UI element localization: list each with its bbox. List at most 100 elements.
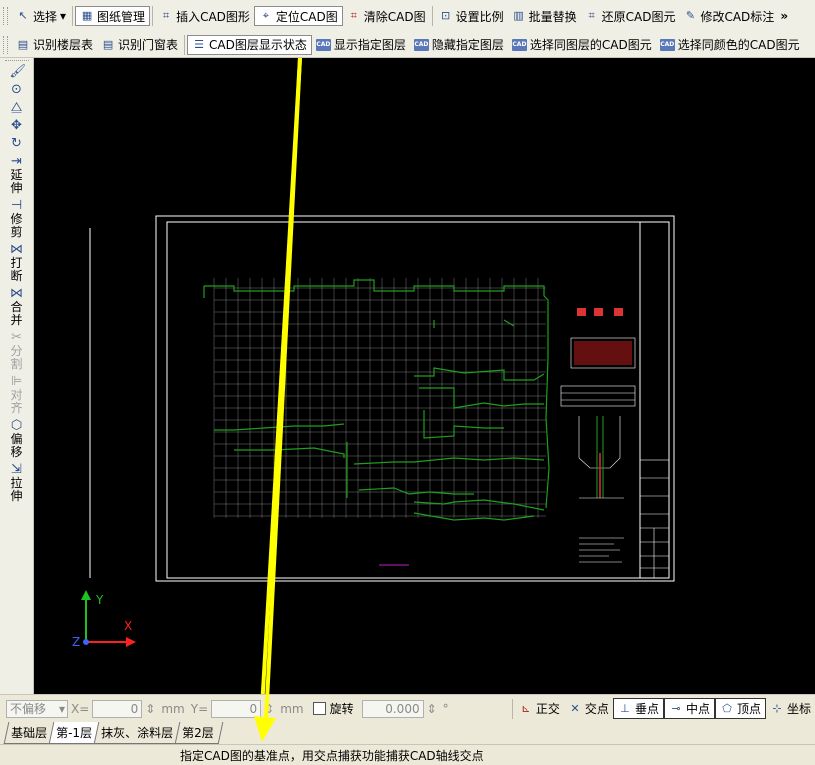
cad-layer-display-button[interactable]: ☰ CAD图层显示状态 xyxy=(187,34,312,55)
coordinate-label: 坐标 xyxy=(786,702,811,716)
clear-cad-button[interactable]: ⌗ 清除CAD图 xyxy=(343,6,430,26)
rotate-input[interactable]: 0.000 xyxy=(361,699,424,718)
status-message: 指定CAD图的基准点，用交点捕获功能捕获CAD轴线交点 xyxy=(180,748,484,763)
toolbar-separator xyxy=(184,34,186,55)
stretch-label-2: 伸 xyxy=(10,489,23,503)
offset-mode-value: 不偏移 xyxy=(10,702,47,716)
axis-x-label: X xyxy=(124,619,132,633)
identify-door-window-button[interactable]: ▤ 识别门窗表 xyxy=(97,35,182,55)
batch-replace-button[interactable]: ▥ 批量替换 xyxy=(508,6,581,26)
y-spinner-icon[interactable]: ⇕ xyxy=(264,702,274,716)
vertex-icon: ⬠ xyxy=(722,701,732,715)
set-scale-button[interactable]: ⊡ 设置比例 xyxy=(435,6,508,26)
clear-cad-icon: ⌗ xyxy=(350,9,357,22)
vertex-snap-button[interactable]: ⬠ 顶点 xyxy=(714,698,766,719)
batch-replace-label: 批量替换 xyxy=(528,9,577,24)
drawing-manage-label: 图纸管理 xyxy=(97,9,146,24)
restore-cad-icon: ⌗ xyxy=(588,9,595,22)
insert-cad-icon: ⌗ xyxy=(162,9,170,22)
cad-badge-icon: CAD xyxy=(659,38,675,51)
extend-tool[interactable]: ⇥ 延伸 xyxy=(0,153,33,197)
cad-drawing-canvas[interactable]: Y X Z xyxy=(34,58,815,694)
cad-layer-toolbar: ▤ 识别楼层表 ▤ 识别门窗表 ☰ CAD图层显示状态 CAD 显示指定图层 C… xyxy=(0,32,815,58)
offset-label-2: 移 xyxy=(10,445,23,459)
ortho-snap-button[interactable]: ⊾ 正交 xyxy=(515,698,564,719)
rotate-label: 旋转 xyxy=(329,702,354,716)
stretch-tool[interactable]: ⇲ 拉伸 xyxy=(0,461,33,505)
show-layer-button[interactable]: CAD 显示指定图层 xyxy=(312,35,410,55)
select-same-layer-button[interactable]: CAD 选择同图层的CAD图元 xyxy=(508,35,656,55)
tab-plaster-paint-layer[interactable]: 抹灰、涂料层 xyxy=(93,722,183,744)
drawing-manage-icon: ▦ xyxy=(81,9,93,22)
identify-floor-table-button[interactable]: ▤ 识别楼层表 xyxy=(12,35,97,55)
split-tool[interactable]: ✂ 分割 xyxy=(0,329,33,373)
move-tool[interactable]: ✥ xyxy=(0,117,33,135)
drawing-notes xyxy=(379,537,624,566)
cad-badge-icon: CAD xyxy=(511,38,527,51)
merge-label-2: 并 xyxy=(10,313,23,327)
drawing-manage-button[interactable]: ▦ 图纸管理 xyxy=(75,6,151,26)
merge-tool[interactable]: ⋈ 合并 xyxy=(0,285,33,329)
dropdown-arrow-icon[interactable]: ▾ xyxy=(60,9,66,23)
set-scale-label: 设置比例 xyxy=(455,9,504,24)
insert-cad-button[interactable]: ⌗ 插入CAD图形 xyxy=(155,6,254,26)
layer-display-icon: ☰ xyxy=(194,37,204,51)
perpendicular-snap-button[interactable]: ⊥ 垂点 xyxy=(612,698,664,719)
toolbar-separator xyxy=(431,6,433,26)
rotate-spinner-icon[interactable]: ⇕ xyxy=(427,702,437,716)
break-icon: ⋈ xyxy=(10,242,23,257)
y-input[interactable]: 0 xyxy=(211,699,262,718)
align-tool[interactable]: ⊫ 对齐 xyxy=(0,373,33,417)
perpendicular-icon: ⊥ xyxy=(620,701,630,715)
select-label: 选择 xyxy=(33,9,58,24)
break-tool[interactable]: ⋈ 打断 xyxy=(0,241,33,285)
left-edit-toolbar: 🖌 ⊙ ⧋ ✥ ↻ ⇥ 延伸 ⊣ 修剪 ⋈ 打断 ⋈ 合并 ✂ 分割 ⊫ 对齐 … xyxy=(0,58,34,694)
mirror-tool[interactable]: ⧋ xyxy=(0,99,33,117)
select-button[interactable]: ↖ 选择 ▾ xyxy=(12,6,70,26)
coordinate-snap-button[interactable]: ⊹ 坐标 xyxy=(766,698,815,719)
pointer-icon: ↖ xyxy=(18,9,28,22)
vertex-label: 顶点 xyxy=(736,702,761,716)
copy-tool[interactable]: ⊙ xyxy=(0,81,33,99)
hide-layer-button[interactable]: CAD 隐藏指定图层 xyxy=(410,35,508,55)
midpoint-label: 中点 xyxy=(685,702,710,716)
trim-tool[interactable]: ⊣ 修剪 xyxy=(0,197,33,241)
locate-cad-icon: ⌖ xyxy=(262,9,269,22)
x-spinner-icon[interactable]: ⇕ xyxy=(145,702,155,716)
locate-cad-button[interactable]: ⌖ 定位CAD图 xyxy=(253,6,343,26)
title-block xyxy=(639,459,670,579)
offset-mode-select[interactable]: 不偏移 ▾ xyxy=(6,699,68,718)
x-label: X= xyxy=(71,701,90,716)
split-label-2: 割 xyxy=(10,357,23,371)
midpoint-snap-button[interactable]: ⊸ 中点 xyxy=(663,698,715,719)
ortho-icon: ⊾ xyxy=(521,701,531,715)
restore-cad-button[interactable]: ⌗ 还原CAD图元 xyxy=(581,6,680,26)
cad-drawing-svg: Y X Z xyxy=(72,58,675,694)
offset-tool[interactable]: ⬡ 偏移 xyxy=(0,417,33,461)
rotate-checkbox[interactable] xyxy=(312,702,326,715)
axis-y-label: Y xyxy=(95,593,104,607)
axis-z-label: Z xyxy=(72,635,80,649)
set-scale-icon: ⊡ xyxy=(440,9,451,22)
select-same-color-label: 选择同颜色的CAD图元 xyxy=(677,38,800,52)
toolbar-grip[interactable] xyxy=(3,35,8,54)
x-unit-label: mm xyxy=(161,701,185,716)
degree-label: ° xyxy=(442,701,449,716)
intersection-snap-button[interactable]: ✕ 交点 xyxy=(564,698,613,719)
tab-label: 抹灰、涂料层 xyxy=(101,726,174,740)
status-bar: 指定CAD图的基准点，用交点捕获功能捕获CAD轴线交点 xyxy=(0,744,815,765)
toolbar-grip[interactable] xyxy=(3,7,8,25)
rotate-tool[interactable]: ↻ xyxy=(0,135,33,153)
trim-icon: ⊣ xyxy=(10,198,23,213)
tab-floor-2[interactable]: 第2层 xyxy=(174,722,223,744)
restore-cad-label: 还原CAD图元 xyxy=(601,9,676,24)
x-input[interactable]: 0 xyxy=(92,699,143,718)
brush-tool[interactable]: 🖌 xyxy=(0,63,33,81)
select-same-color-button[interactable]: CAD 选择同颜色的CAD图元 xyxy=(656,35,804,55)
merge-icon: ⋈ xyxy=(10,286,23,301)
door-window-icon: ▤ xyxy=(102,37,114,51)
building-outline xyxy=(203,279,550,521)
identify-floor-table-label: 识别楼层表 xyxy=(33,38,94,52)
more-chevron-icon[interactable]: » xyxy=(780,9,788,23)
modify-cad-dim-button[interactable]: ✎ 修改CAD标注 xyxy=(679,6,778,26)
